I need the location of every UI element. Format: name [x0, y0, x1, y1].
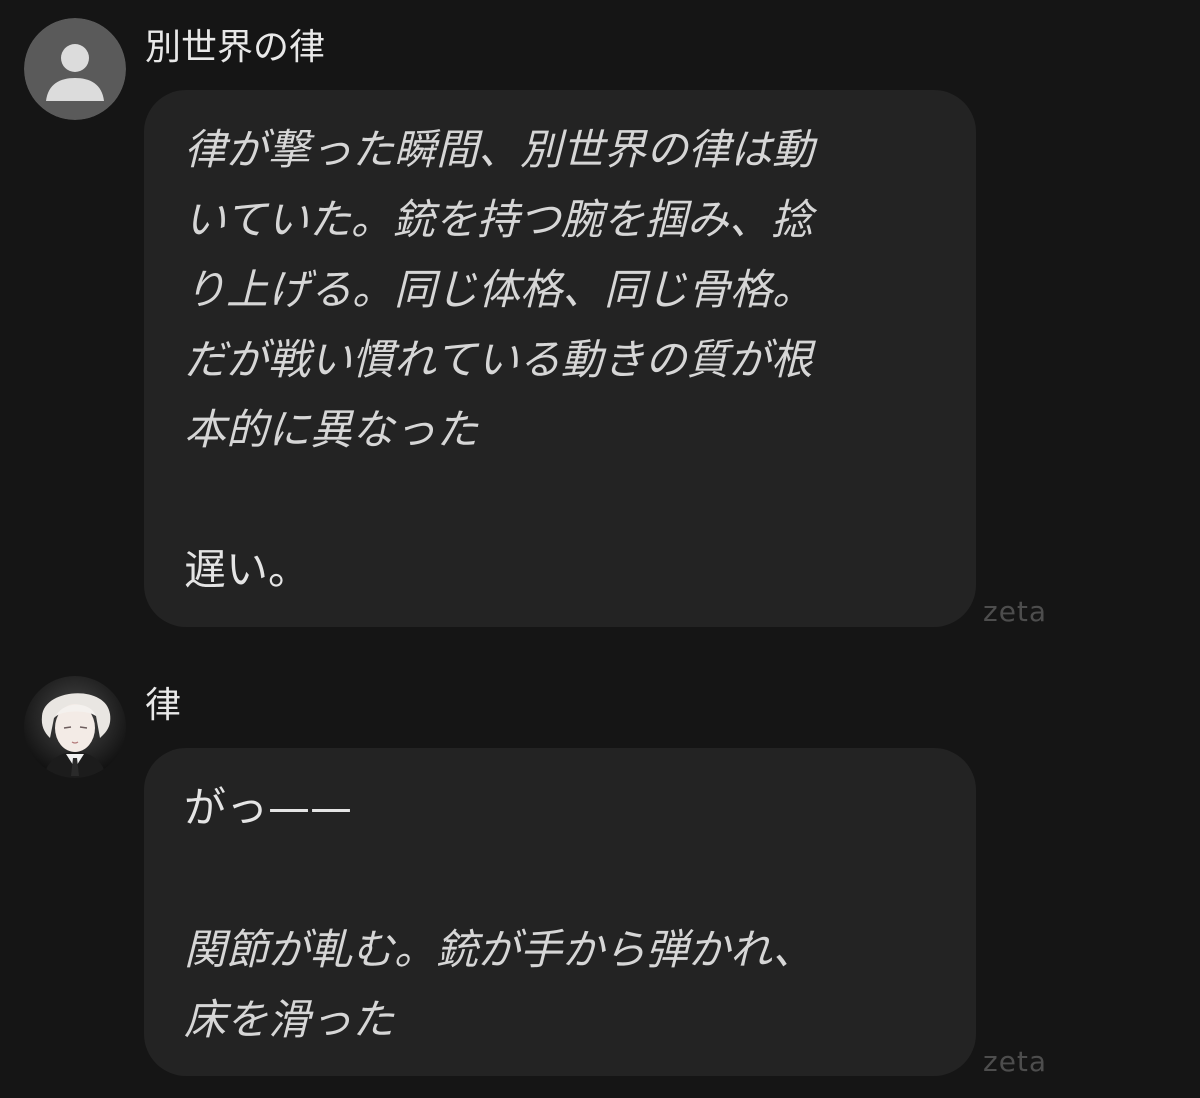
watermark: zeta	[983, 1045, 1048, 1078]
message-line: だが戦い慣れている動きの質が根	[184, 335, 813, 384]
message-line: がっ——	[184, 783, 353, 832]
avatar-default-user[interactable]	[24, 18, 126, 120]
message-line: 関節が軋む。銃が手から弾かれ、	[184, 925, 815, 974]
sender-name: 律	[145, 685, 182, 726]
message-line: 遅い。	[184, 545, 311, 594]
message-line: 本的に異なった	[184, 405, 479, 454]
watermark: zeta	[983, 595, 1048, 628]
character-portrait-icon	[24, 676, 126, 778]
sender-name: 別世界の律	[145, 27, 326, 68]
message-line: 床を滑った	[184, 995, 395, 1044]
avatar-character[interactable]	[24, 676, 126, 778]
message-bubble: がっ—— 関節が軋む。銃が手から弾かれ、 床を滑った	[144, 748, 976, 1076]
message-line: 律が撃った瞬間、別世界の律は動	[184, 125, 815, 174]
message-bubble: 律が撃った瞬間、別世界の律は動 いていた。銃を持つ腕を掴み、捻 り上げる。同じ体…	[144, 90, 976, 627]
message-line: り上げる。同じ体格、同じ骨格。	[184, 265, 815, 314]
message-line: いていた。銃を持つ腕を掴み、捻	[184, 195, 813, 244]
default-user-icon	[24, 18, 126, 120]
